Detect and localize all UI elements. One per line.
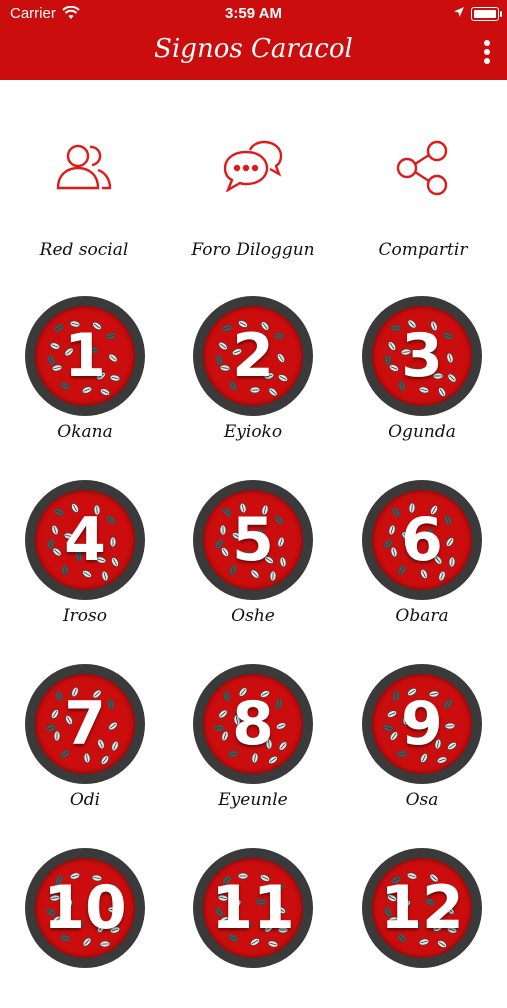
- sign-item-10[interactable]: 10: [10, 848, 160, 1008]
- sign-item-6[interactable]: 6 Obara: [347, 480, 497, 640]
- sign-item-9[interactable]: 9 Osa: [347, 664, 497, 824]
- sign-name: Eyeunle: [178, 790, 328, 810]
- sign-name: Odi: [10, 790, 160, 810]
- share-label: Compartir: [343, 240, 503, 260]
- sign-badge: 9: [362, 664, 482, 784]
- sign-number: 4: [25, 480, 145, 600]
- forum-label: Foro Diloggun: [173, 240, 333, 260]
- sign-badge: 12: [362, 848, 482, 968]
- sign-name: Oshe: [178, 606, 328, 626]
- share-button[interactable]: Compartir: [343, 140, 503, 270]
- social-network-label: Red social: [4, 240, 164, 260]
- users-icon: [54, 140, 114, 192]
- page-title: Signos Caracol: [0, 34, 507, 64]
- sign-badge: 11: [193, 848, 313, 968]
- sign-number: 8: [193, 664, 313, 784]
- navigation-bar: Signos Caracol: [0, 28, 507, 80]
- location-arrow-icon: [453, 6, 465, 23]
- status-bar: Carrier 3:59 AM: [0, 0, 507, 28]
- sign-badge: 7: [25, 664, 145, 784]
- sign-number: 10: [25, 848, 145, 968]
- sign-badge: 10: [25, 848, 145, 968]
- social-network-button[interactable]: Red social: [4, 140, 164, 270]
- sign-item-7[interactable]: 7 Odi: [10, 664, 160, 824]
- share-icon: [395, 140, 451, 196]
- sign-badge: 4: [25, 480, 145, 600]
- sign-number: 2: [193, 296, 313, 416]
- sign-badge: 6: [362, 480, 482, 600]
- sign-item-4[interactable]: 4 Iroso: [10, 480, 160, 640]
- sign-item-1[interactable]: 1 Okana: [10, 296, 160, 456]
- sign-number: 6: [362, 480, 482, 600]
- sign-item-5[interactable]: 5 Oshe: [178, 480, 328, 640]
- sign-number: 1: [25, 296, 145, 416]
- sign-name: Okana: [10, 422, 160, 442]
- sign-name: Obara: [347, 606, 497, 626]
- sign-badge: 5: [193, 480, 313, 600]
- sign-item-2[interactable]: 2 Eyioko: [178, 296, 328, 456]
- sign-badge: 8: [193, 664, 313, 784]
- sign-badge: 3: [362, 296, 482, 416]
- status-time: 3:59 AM: [0, 5, 507, 22]
- sign-item-12[interactable]: 12: [347, 848, 497, 1008]
- quick-actions: Red social Foro Diloggun Compartir: [0, 140, 507, 270]
- sign-badge: 2: [193, 296, 313, 416]
- sign-number: 7: [25, 664, 145, 784]
- battery-icon: [471, 7, 499, 21]
- forum-button[interactable]: Foro Diloggun: [173, 140, 333, 270]
- chat-bubbles-icon: [222, 140, 284, 192]
- sign-name: Iroso: [10, 606, 160, 626]
- more-options-icon[interactable]: [483, 40, 491, 66]
- app-header: Carrier 3:59 AM Signos Caracol: [0, 0, 507, 80]
- sign-name: Osa: [347, 790, 497, 810]
- sign-number: 5: [193, 480, 313, 600]
- sign-name: Ogunda: [347, 422, 497, 442]
- sign-item-3[interactable]: 3 Ogunda: [347, 296, 497, 456]
- sign-number: 11: [193, 848, 313, 968]
- sign-item-11[interactable]: 11: [178, 848, 328, 1008]
- sign-badge: 1: [25, 296, 145, 416]
- sign-item-8[interactable]: 8 Eyeunle: [178, 664, 328, 824]
- sign-number: 3: [362, 296, 482, 416]
- sign-number: 12: [362, 848, 482, 968]
- sign-name: Eyioko: [178, 422, 328, 442]
- sign-number: 9: [362, 664, 482, 784]
